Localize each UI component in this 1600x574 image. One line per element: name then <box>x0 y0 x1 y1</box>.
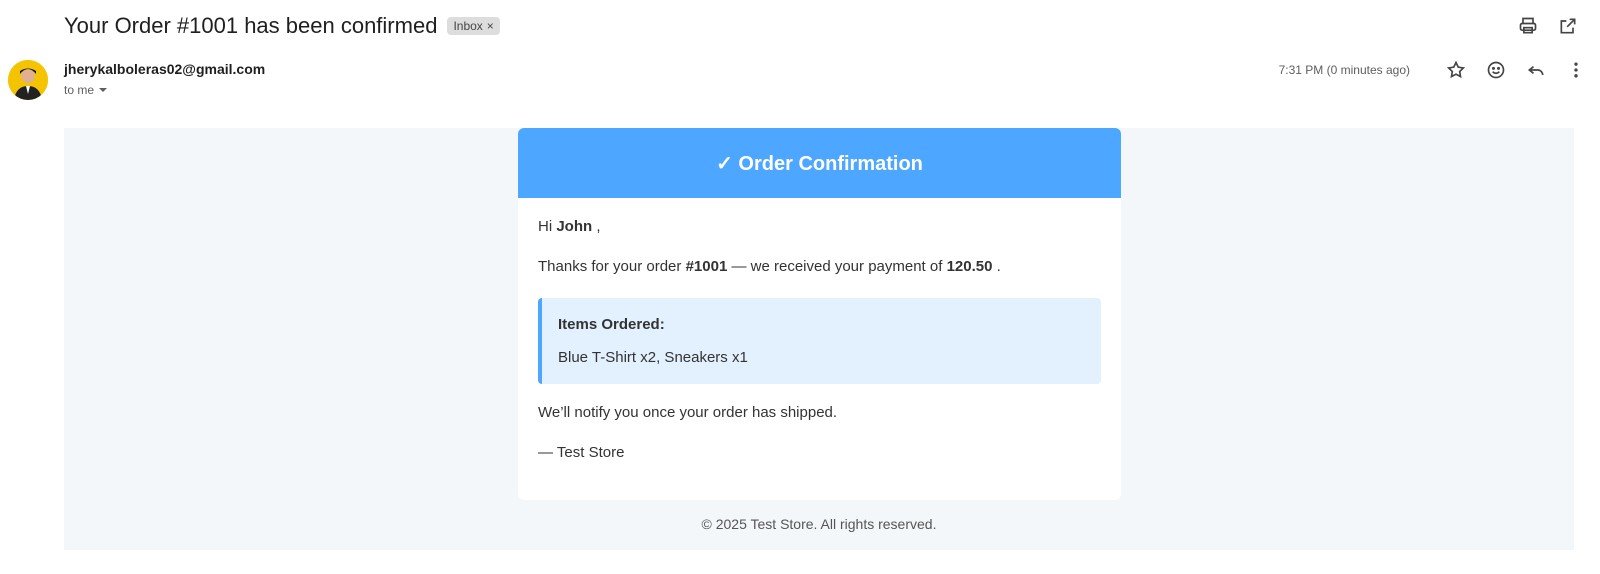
items-title: Items Ordered: <box>558 316 665 333</box>
items-list: Blue T-Shirt x2, Sneakers x1 <box>558 349 748 366</box>
email-subject: Your Order #1001 has been confirmed <box>64 13 438 38</box>
inbox-label-text: Inbox <box>453 19 483 33</box>
recipient-details[interactable]: to me <box>64 83 265 97</box>
order-number: #1001 <box>685 258 728 275</box>
chevron-down-icon[interactable] <box>98 85 108 95</box>
message-meta: 7:31 PM (0 minutes ago) <box>1279 58 1588 82</box>
greeting: Hi John , <box>538 218 601 235</box>
thanks-message: Thanks for your order #1001 — we receive… <box>538 258 1001 275</box>
payment-amount: 120.50 <box>946 258 993 275</box>
timestamp: 7:31 PM (0 minutes ago) <box>1278 63 1410 77</box>
shipping-notice: We’ll notify you once your order has shi… <box>538 404 838 421</box>
open-in-new-window-icon[interactable] <box>1556 14 1580 38</box>
star-icon[interactable] <box>1444 58 1468 82</box>
sender-email[interactable]: jherykalboleras02@gmail.com <box>64 61 265 77</box>
inbox-label-chip[interactable]: Inbox × <box>447 17 500 35</box>
emoji-icon[interactable] <box>1484 58 1508 82</box>
more-vertical-icon[interactable] <box>1564 58 1588 82</box>
order-body: Hi John , Thanks for your order #1001 — … <box>518 198 1121 500</box>
sender-block: jherykalboleras02@gmail.com to me <box>64 61 265 97</box>
subject-row: Your Order #1001 has been confirmed Inbo… <box>64 10 500 42</box>
top-actions <box>1516 14 1580 38</box>
email-content-area: ✓ Order Confirmation Hi John , Thanks fo… <box>64 128 1574 550</box>
remove-label-button[interactable]: × <box>487 19 494 33</box>
customer-name: John <box>556 218 593 235</box>
order-header: ✓ Order Confirmation <box>518 128 1121 198</box>
recipient-label: to me <box>64 83 95 97</box>
print-icon[interactable] <box>1516 14 1540 38</box>
sender-avatar[interactable] <box>8 60 48 100</box>
email-footer: © 2025 Test Store. All rights reserved. <box>701 516 937 532</box>
order-card: ✓ Order Confirmation Hi John , Thanks fo… <box>518 128 1121 500</box>
items-box: Items Ordered: Blue T-Shirt x2, Sneakers… <box>538 298 1101 384</box>
reply-icon[interactable] <box>1524 58 1548 82</box>
signature: — Test Store <box>538 444 625 461</box>
